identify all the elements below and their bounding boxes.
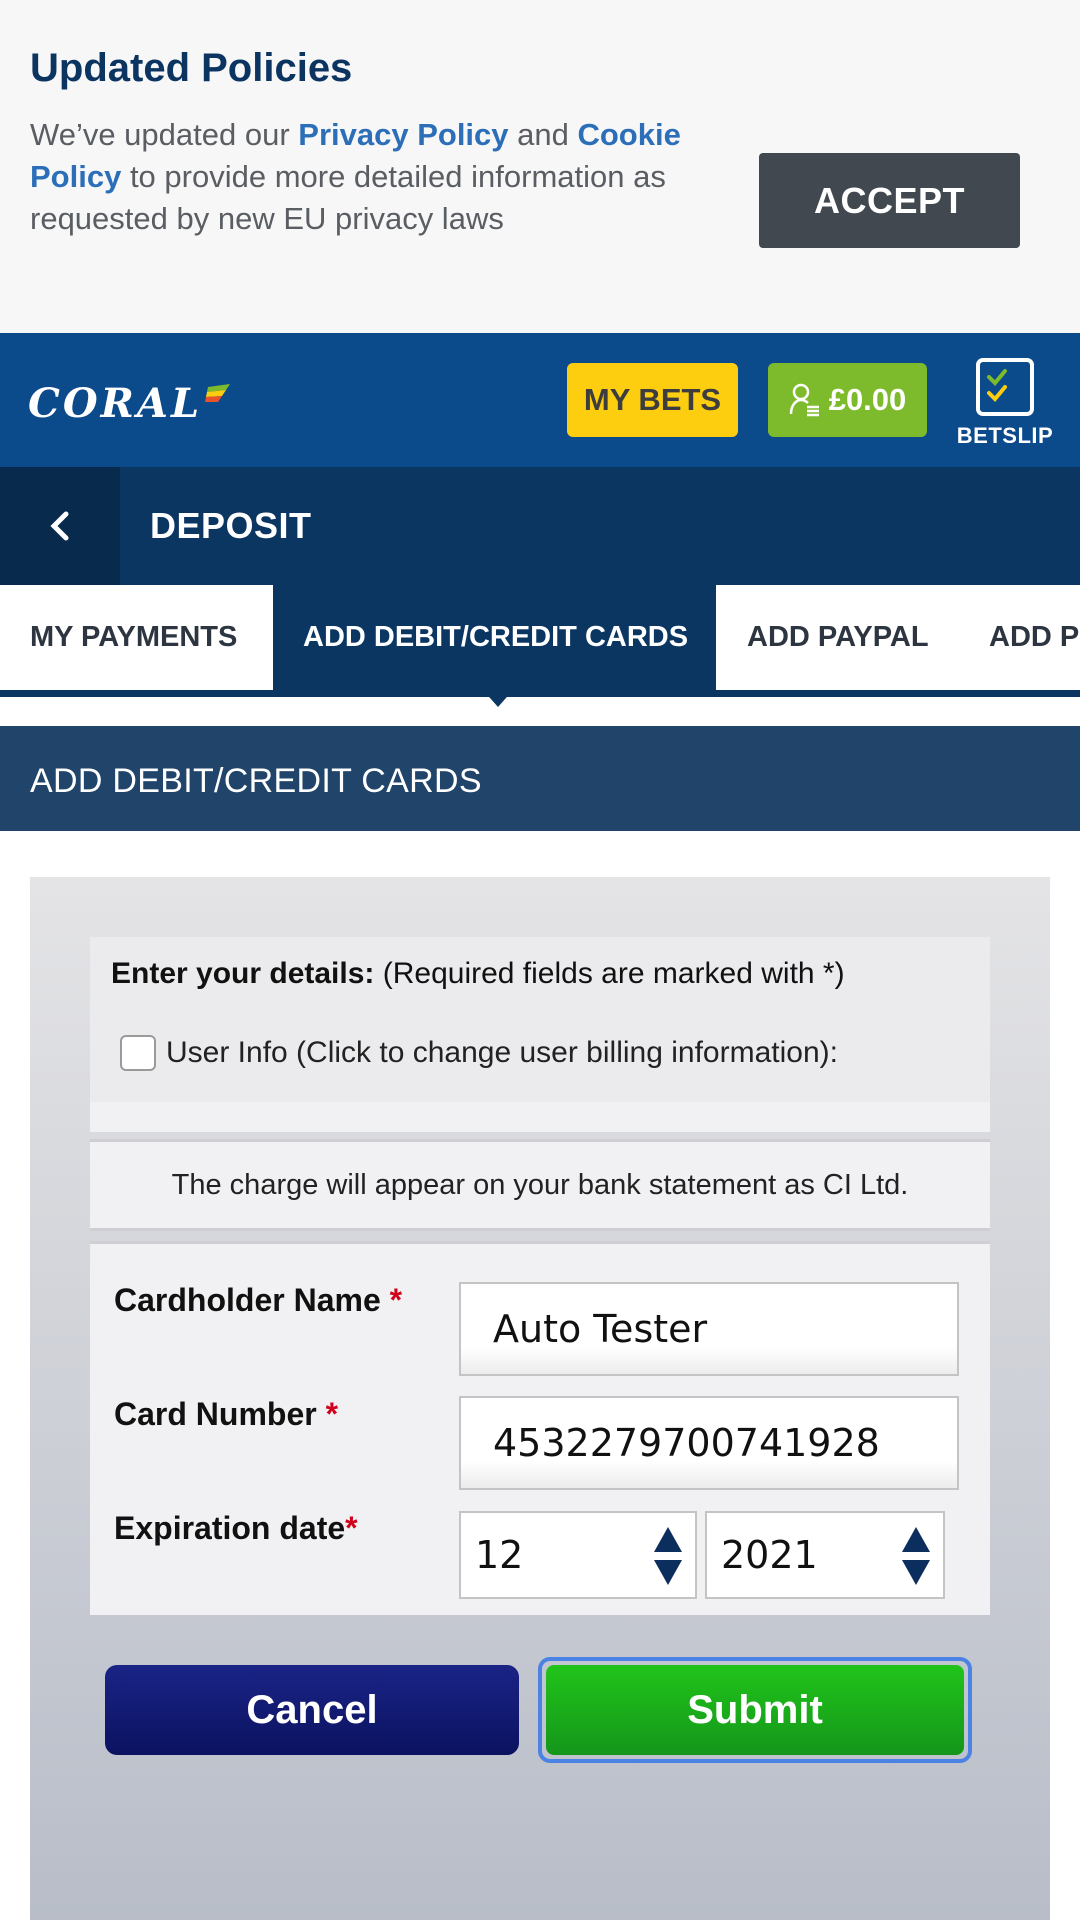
cardholder-name-input[interactable]: Auto Tester [459,1282,959,1376]
card-form-frame: Enter your details: (Required fields are… [30,877,1050,1920]
charge-notice: The charge will appear on your bank stat… [90,1139,990,1231]
user-info-checkbox[interactable] [120,1035,156,1071]
policy-text: We’ve updated our Privacy Policy and Coo… [30,114,710,240]
divider-strip [90,1102,990,1132]
policy-text-suffix: to provide more detailed information as … [30,159,666,236]
tab-my-payments[interactable]: MY PAYMENTS [30,585,237,690]
policy-title: Updated Policies [30,46,353,90]
deposit-bar: DEPOSIT [0,467,1080,585]
exp-year-value: 2021 [721,1533,818,1577]
coral-logo[interactable]: CORAL [28,380,232,427]
active-tab-pointer [482,689,514,707]
tab-add-more[interactable]: ADD P [989,585,1079,690]
back-button[interactable] [0,467,120,585]
user-info-label: User Info (Click to change user billing … [166,1036,838,1069]
exp-year-select[interactable]: 2021 [705,1511,945,1599]
accept-button[interactable]: ACCEPT [759,153,1020,248]
coral-flag-icon [205,384,231,402]
exp-month-value: 12 [475,1533,524,1577]
spinner-arrows-icon [654,1527,682,1585]
required-mark: * [325,1396,339,1432]
card-fields-panel: Cardholder Name * Auto Tester Card Numbe… [90,1241,990,1615]
balance-button[interactable]: £0.00 [768,363,927,437]
policy-text-and: and [508,117,578,152]
expiration-label-text: Expiration date [114,1510,346,1546]
card-number-input[interactable]: 4532279700741928 [459,1396,959,1490]
enter-details-line: Enter your details: (Required fields are… [111,957,845,991]
tab-underline [0,690,1080,697]
tab-add-paypal[interactable]: ADD PAYPAL [747,585,929,690]
cardholder-label: Cardholder Name * [114,1282,402,1319]
page-title: DEPOSIT [150,505,312,546]
card-number-label-text: Card Number [114,1396,317,1432]
required-mark: * [345,1510,358,1546]
betslip-check-icon [976,358,1034,416]
user-info-row[interactable]: User Info (Click to change user billing … [120,1035,838,1071]
cardholder-label-text: Cardholder Name [114,1282,381,1318]
card-number-label: Card Number * [114,1396,338,1433]
cancel-button[interactable]: Cancel [105,1665,519,1755]
betslip-label: BETSLIP [956,423,1054,448]
section-title: ADD DEBIT/CREDIT CARDS [30,762,482,800]
spinner-arrows-icon [902,1527,930,1585]
betslip-button[interactable]: BETSLIP [950,357,1060,457]
chevron-left-icon [50,511,69,541]
section-header: ADD DEBIT/CREDIT CARDS [0,726,1080,831]
required-note: (Required fields are marked with *) [374,957,845,990]
details-panel: Enter your details: (Required fields are… [90,937,990,1102]
policy-text-prefix: We’ve updated our [30,117,299,152]
enter-details-heading: Enter your details: [111,957,375,990]
logo-text: CORAL [28,379,203,427]
balance-amount: £0.00 [828,382,907,417]
site-header: CORAL MY BETS £0.00 BETSLIP [0,333,1080,467]
payment-tabs: MY PAYMENTS ADD DEBIT/CREDIT CARDS ADD P… [0,585,1080,690]
tab-add-debit-credit-cards[interactable]: ADD DEBIT/CREDIT CARDS [273,585,716,690]
policy-banner: Updated Policies We’ve updated our Priva… [0,0,1080,333]
my-bets-button[interactable]: MY BETS [567,363,738,437]
privacy-policy-link[interactable]: Privacy Policy [298,117,508,152]
expiration-label: Expiration date* [114,1510,358,1547]
required-mark: * [389,1282,403,1318]
submit-button[interactable]: Submit [546,1665,964,1755]
user-balance-icon [789,383,819,417]
submit-focus-ring: Submit [538,1657,972,1763]
exp-month-select[interactable]: 12 [459,1511,697,1599]
